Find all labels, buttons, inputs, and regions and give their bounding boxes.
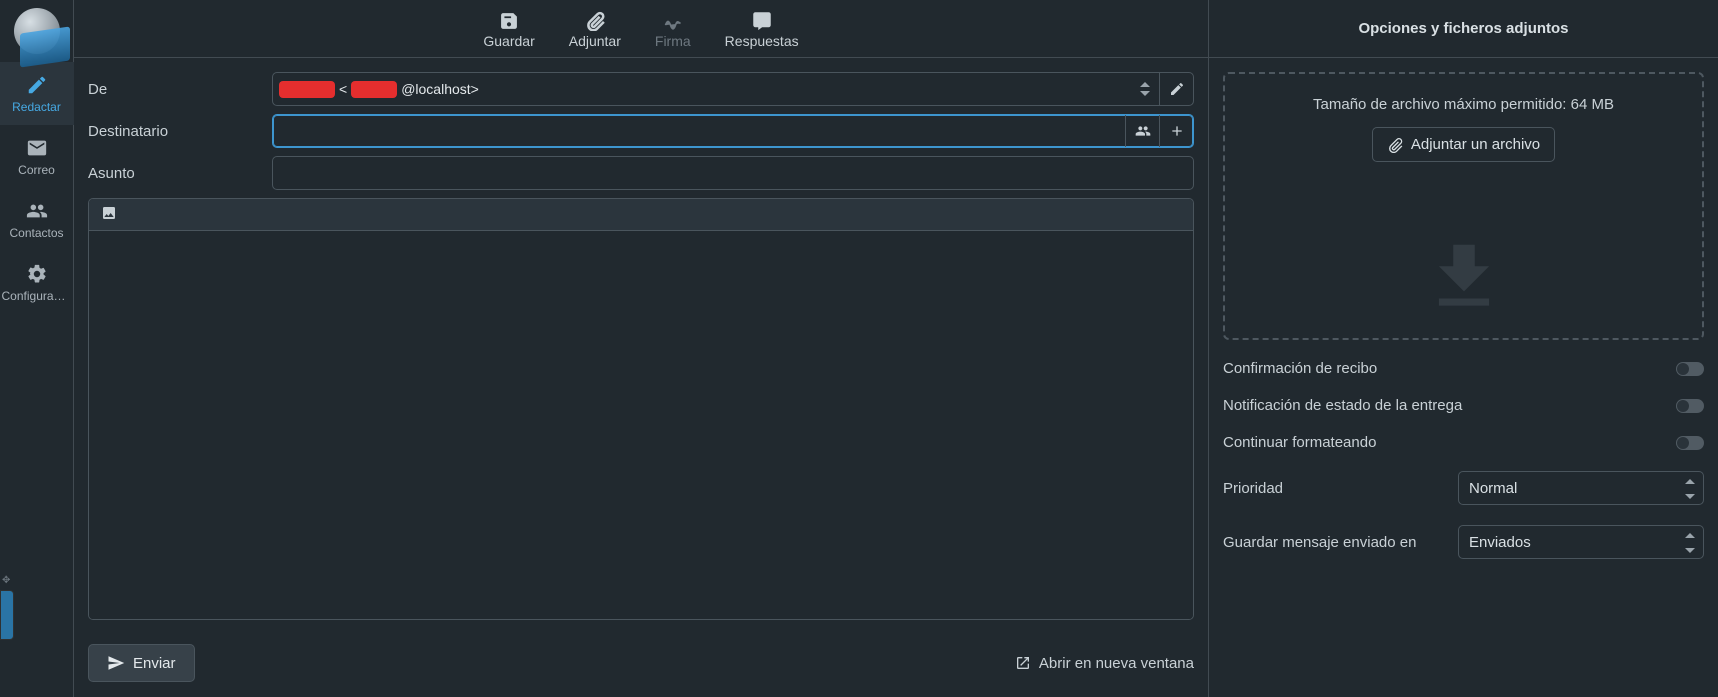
toolbar-label: Firma: [655, 33, 691, 49]
compose-icon: [26, 74, 48, 96]
sidebar-label: Redactar: [2, 100, 72, 114]
chevron-updown-icon: [1685, 479, 1695, 499]
sidebar-label: Configuraci…: [2, 289, 72, 303]
from-select[interactable]: < @localhost>: [272, 72, 1194, 106]
external-link-icon: [1015, 655, 1031, 671]
chevron-updown-icon: [1685, 533, 1695, 553]
send-icon: [107, 654, 125, 672]
editor-body[interactable]: [89, 231, 1193, 619]
editor-toolbar: [89, 199, 1193, 231]
save-button[interactable]: Guardar: [477, 7, 540, 51]
app-logo: [10, 6, 64, 60]
toolbar-label: Respuestas: [725, 33, 799, 49]
attachments-dropzone[interactable]: Tamaño de archivo máximo permitido: 64 M…: [1223, 72, 1704, 340]
sidebar-item-mail[interactable]: Correo: [0, 125, 74, 188]
attach-file-label: Adjuntar un archivo: [1411, 136, 1540, 153]
plus-icon: [1169, 123, 1185, 139]
add-contact-button[interactable]: [1125, 115, 1159, 147]
redacted-local: [351, 81, 397, 98]
send-label: Enviar: [133, 655, 176, 672]
options-pane: Opciones y ficheros adjuntos Tamaño de a…: [1208, 0, 1718, 697]
editor: [88, 198, 1194, 620]
contacts-icon: [26, 200, 48, 222]
store-value: Enviados: [1469, 534, 1531, 551]
subject-input[interactable]: [273, 157, 1193, 189]
priority-value: Normal: [1469, 480, 1517, 497]
receipt-toggle[interactable]: [1676, 362, 1704, 376]
gear-icon: [26, 263, 48, 285]
edit-identities-button[interactable]: [1159, 73, 1193, 105]
to-label: Destinatario: [88, 123, 272, 140]
insert-image-button[interactable]: [99, 205, 119, 224]
store-label: Guardar mensaje enviado en: [1223, 534, 1416, 551]
sidebar-label: Correo: [2, 163, 72, 177]
max-size-hint: Tamaño de archivo máximo permitido: 64 M…: [1239, 96, 1688, 113]
toolbar-label: Guardar: [483, 33, 534, 49]
sidebar-collapse-handle[interactable]: [0, 590, 14, 640]
receipt-label: Confirmación de recibo: [1223, 360, 1377, 377]
priority-label: Prioridad: [1223, 480, 1283, 497]
paperclip-icon: [584, 11, 606, 31]
send-button[interactable]: Enviar: [88, 644, 195, 682]
compose-form: De < @localhost> Destinatario: [74, 58, 1208, 697]
keep-format-label: Continuar formateando: [1223, 434, 1376, 451]
save-icon: [498, 11, 520, 31]
sidebar-item-contacts[interactable]: Contactos: [0, 188, 74, 251]
attach-file-button[interactable]: Adjuntar un archivo: [1372, 127, 1555, 162]
priority-select[interactable]: Normal: [1458, 471, 1704, 505]
to-input-group: [272, 114, 1194, 148]
chevron-updown-icon: [1131, 73, 1159, 105]
to-input[interactable]: [273, 115, 1125, 147]
keep-format-toggle[interactable]: [1676, 436, 1704, 450]
pencil-icon: [1169, 81, 1185, 97]
subject-input-group: [272, 156, 1194, 190]
contacts-icon: [1135, 123, 1151, 139]
image-icon: [99, 205, 119, 221]
dsn-label: Notificación de estado de la entrega: [1223, 397, 1462, 414]
options-header: Opciones y ficheros adjuntos: [1209, 0, 1718, 58]
from-label: De: [88, 81, 272, 98]
mail-icon: [26, 137, 48, 159]
from-identity: < @localhost>: [279, 81, 479, 98]
dsn-toggle[interactable]: [1676, 399, 1704, 413]
sidebar-item-compose[interactable]: Redactar: [0, 62, 74, 125]
subject-label: Asunto: [88, 165, 272, 182]
add-recipient-button[interactable]: [1159, 115, 1193, 147]
attach-button[interactable]: Adjuntar: [563, 7, 627, 51]
paperclip-icon: [1387, 137, 1403, 153]
speech-bubble-icon: [751, 11, 773, 31]
open-new-window-link[interactable]: Abrir en nueva ventana: [1015, 655, 1194, 672]
redacted-name: [279, 81, 335, 98]
signature-button[interactable]: Firma: [649, 7, 697, 51]
store-select[interactable]: Enviados: [1458, 525, 1704, 559]
toolbar-label: Adjuntar: [569, 33, 621, 49]
compose-toolbar: Guardar Adjuntar Firma Respuestas: [74, 0, 1208, 58]
signature-icon: [662, 11, 684, 31]
open-new-window-label: Abrir en nueva ventana: [1039, 655, 1194, 672]
download-icon: [1421, 234, 1507, 320]
sidebar-item-settings[interactable]: Configuraci…: [0, 251, 74, 314]
responses-button[interactable]: Respuestas: [719, 7, 805, 51]
sidebar-label: Contactos: [2, 226, 72, 240]
